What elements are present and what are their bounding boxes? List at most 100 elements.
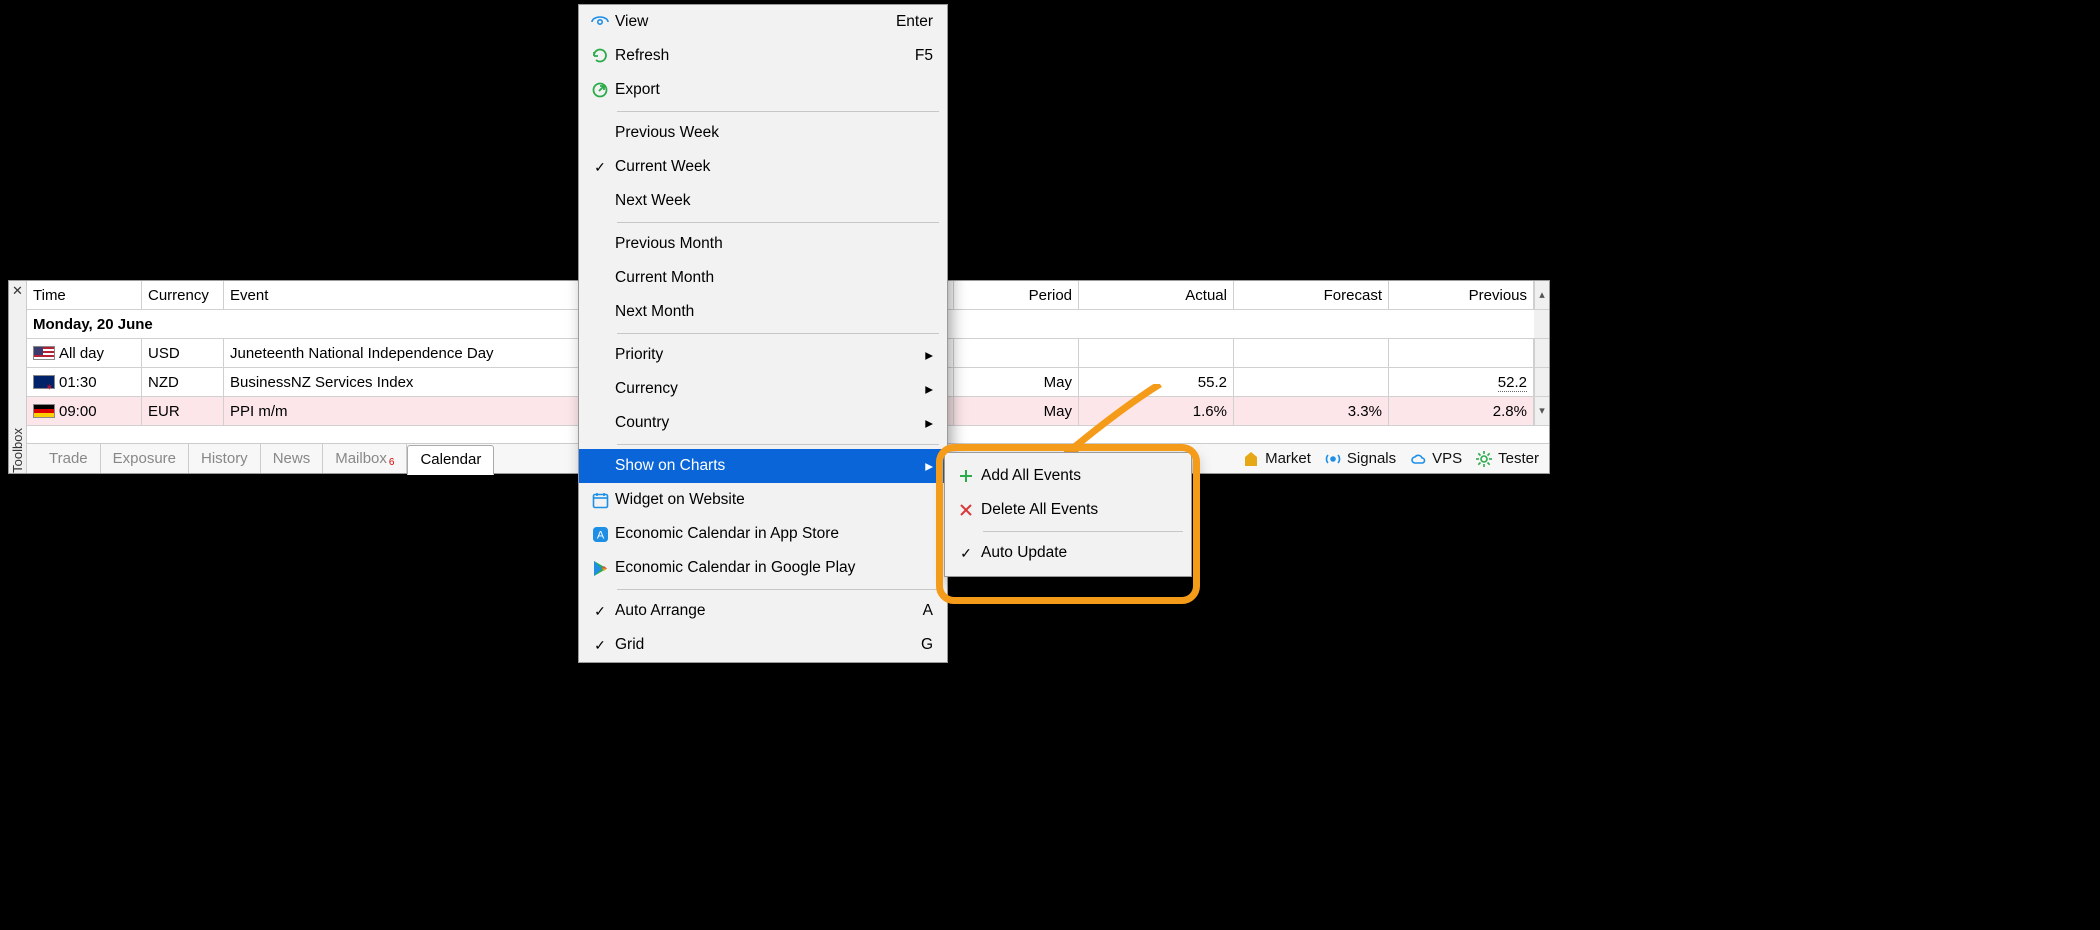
menu-label: Refresh xyxy=(613,47,915,65)
menu-refresh[interactable]: Refresh F5 xyxy=(579,39,947,73)
menu-view[interactable]: View Enter xyxy=(579,5,947,39)
tab-exposure[interactable]: Exposure xyxy=(101,444,189,473)
mailbox-badge: 6 xyxy=(389,457,395,468)
cell-time: 01:30 xyxy=(59,368,97,396)
service-tester[interactable]: Tester xyxy=(1476,450,1539,467)
menu-widget-website[interactable]: Widget on Website xyxy=(579,483,947,517)
col-previous[interactable]: Previous xyxy=(1389,281,1534,309)
tab-history[interactable]: History xyxy=(189,444,261,473)
check-icon xyxy=(587,637,613,654)
menu-label: Auto Update xyxy=(979,544,1177,562)
menu-separator xyxy=(617,333,939,334)
menu-separator xyxy=(617,589,939,590)
menu-label: Show on Charts xyxy=(613,457,925,475)
menu-label: Previous Month xyxy=(613,235,933,253)
flag-icon xyxy=(33,346,55,360)
scroll-up-icon[interactable]: ▴ xyxy=(1539,281,1545,310)
menu-shortcut: G xyxy=(921,636,933,654)
menu-label: Currency xyxy=(613,380,925,398)
menu-previous-week[interactable]: Previous Week xyxy=(579,116,947,150)
check-icon xyxy=(953,545,979,562)
close-icon[interactable]: ✕ xyxy=(12,281,23,299)
menu-grid[interactable]: GridG xyxy=(579,628,947,662)
toolbox-sidebar: ✕ Toolbox xyxy=(9,281,27,473)
menu-current-month[interactable]: Current Month xyxy=(579,261,947,295)
cell-period xyxy=(954,339,1079,367)
service-signals[interactable]: Signals xyxy=(1325,450,1396,467)
menu-label: Country xyxy=(613,414,925,432)
cell-period: May xyxy=(954,397,1079,425)
chevron-right-icon: ▸ xyxy=(925,414,933,433)
tab-trade[interactable]: Trade xyxy=(37,444,101,473)
cell-previous: 2.8% xyxy=(1389,397,1534,425)
menu-separator xyxy=(983,531,1183,532)
gear-icon xyxy=(1476,451,1492,467)
svg-text:A: A xyxy=(596,529,604,541)
tab-calendar[interactable]: Calendar xyxy=(407,445,494,475)
cell-previous xyxy=(1389,339,1534,367)
col-currency[interactable]: Currency xyxy=(142,281,224,309)
date-header-text: Monday, 20 June xyxy=(33,310,153,338)
menu-label: Next Month xyxy=(613,303,933,321)
menu-shortcut: F5 xyxy=(915,47,933,65)
service-label: Market xyxy=(1265,450,1311,467)
menu-current-week[interactable]: Current Week xyxy=(579,150,947,184)
context-menu: View Enter Refresh F5 Export Previous We… xyxy=(578,4,948,663)
check-icon xyxy=(587,603,613,620)
menu-priority[interactable]: Priority▸ xyxy=(579,338,947,372)
menu-label: Auto Arrange xyxy=(613,602,923,620)
menu-next-week[interactable]: Next Week xyxy=(579,184,947,218)
cell-actual: 55.2 xyxy=(1079,368,1234,396)
menu-label: Delete All Events xyxy=(979,501,1177,519)
menu-label: Current Week xyxy=(613,158,933,176)
submenu-auto-update[interactable]: Auto Update xyxy=(945,536,1191,570)
menu-export[interactable]: Export xyxy=(579,73,947,107)
col-period[interactable]: Period xyxy=(954,281,1079,309)
scroll-down-icon[interactable]: ▾ xyxy=(1539,397,1545,426)
submenu-show-on-charts: Add All Events Delete All Events Auto Up… xyxy=(944,452,1192,577)
export-icon xyxy=(587,81,613,99)
submenu-delete-all[interactable]: Delete All Events xyxy=(945,493,1191,527)
cell-forecast: 3.3% xyxy=(1234,397,1389,425)
toolbox-title: Toolbox xyxy=(10,422,25,473)
menu-app-store[interactable]: A Economic Calendar in App Store xyxy=(579,517,947,551)
cell-period: May xyxy=(954,368,1079,396)
cell-previous: 52.2 xyxy=(1389,368,1534,396)
menu-separator xyxy=(617,444,939,445)
cell-forecast xyxy=(1234,339,1389,367)
menu-next-month[interactable]: Next Month xyxy=(579,295,947,329)
menu-label: Next Week xyxy=(613,192,933,210)
service-market[interactable]: Market xyxy=(1243,450,1311,467)
cloud-icon xyxy=(1410,451,1426,467)
menu-show-on-charts[interactable]: Show on Charts▸ xyxy=(579,449,947,483)
tab-mailbox[interactable]: Mailbox6 xyxy=(323,444,407,473)
menu-country[interactable]: Country▸ xyxy=(579,406,947,440)
flag-icon xyxy=(33,404,55,418)
x-icon xyxy=(953,502,979,518)
scrollbar[interactable]: ▴ xyxy=(1534,281,1549,309)
col-actual[interactable]: Actual xyxy=(1079,281,1234,309)
cell-currency: EUR xyxy=(142,397,224,425)
menu-shortcut: Enter xyxy=(896,13,933,31)
check-icon xyxy=(587,159,613,176)
service-vps[interactable]: VPS xyxy=(1410,450,1462,467)
menu-label: View xyxy=(613,13,896,31)
plus-icon xyxy=(953,468,979,484)
col-time[interactable]: Time xyxy=(27,281,142,309)
menu-previous-month[interactable]: Previous Month xyxy=(579,227,947,261)
menu-google-play[interactable]: Economic Calendar in Google Play xyxy=(579,551,947,585)
chevron-right-icon: ▸ xyxy=(925,346,933,365)
tab-news[interactable]: News xyxy=(261,444,324,473)
menu-currency[interactable]: Currency▸ xyxy=(579,372,947,406)
menu-auto-arrange[interactable]: Auto ArrangeA xyxy=(579,594,947,628)
service-label: Tester xyxy=(1498,450,1539,467)
submenu-add-all[interactable]: Add All Events xyxy=(945,459,1191,493)
market-icon xyxy=(1243,451,1259,467)
cell-time: 09:00 xyxy=(59,397,97,425)
service-label: Signals xyxy=(1347,450,1396,467)
menu-label: Export xyxy=(613,81,933,99)
eye-icon xyxy=(587,13,613,31)
cell-currency: USD xyxy=(142,339,224,367)
menu-label: Widget on Website xyxy=(613,491,933,509)
col-forecast[interactable]: Forecast xyxy=(1234,281,1389,309)
